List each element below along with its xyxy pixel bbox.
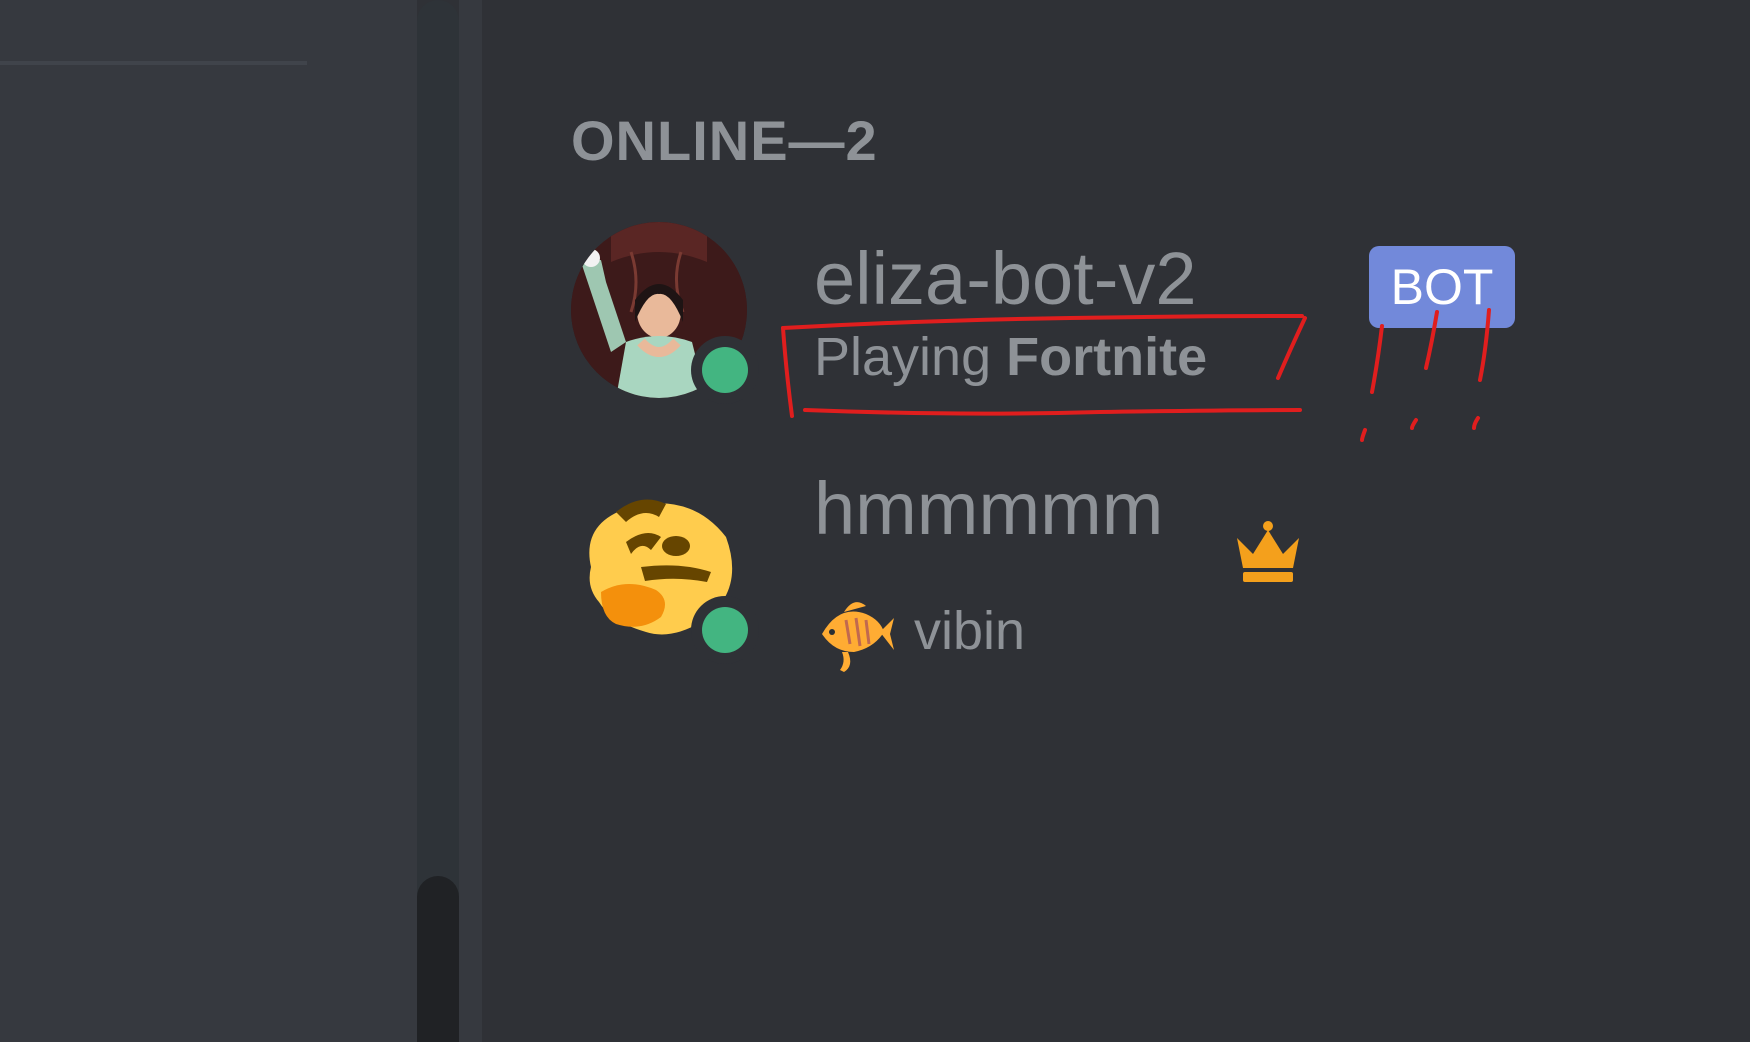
online-section-header: ONLINE—2	[571, 109, 878, 172]
status-indicator	[691, 336, 759, 404]
online-status-icon	[702, 607, 748, 653]
member-name[interactable]: eliza-bot-v2	[814, 236, 1197, 321]
member-hmmmmm[interactable]: hmmmmm vibin	[571, 467, 1471, 672]
status-indicator	[691, 596, 759, 664]
tropical-fish-icon	[814, 592, 894, 672]
member-list: ONLINE—2 eliza-bot-v2 BOT Playing Fortni…	[482, 0, 1750, 1042]
member-activity: Playing Fortnite	[814, 326, 1207, 388]
member-eliza-bot-v2[interactable]: eliza-bot-v2 BOT Playing Fortnite	[571, 222, 1515, 412]
member-name[interactable]: hmmmmm	[814, 466, 1163, 551]
divider	[0, 61, 307, 65]
discord-window: ONLINE—2 eliza-bot-v2 BOT Playing Fortni…	[0, 0, 1750, 1042]
activity-prefix: Playing	[814, 327, 992, 387]
custom-status-text: vibin	[914, 601, 1026, 661]
bot-tag: BOT	[1369, 246, 1515, 328]
crown-icon	[1233, 518, 1303, 588]
online-status-icon	[702, 347, 748, 393]
chat-pane	[0, 0, 417, 1042]
scrollbar-thumb[interactable]	[417, 876, 459, 1042]
activity-name: Fortnite	[1006, 327, 1208, 387]
gutter	[459, 0, 482, 1042]
